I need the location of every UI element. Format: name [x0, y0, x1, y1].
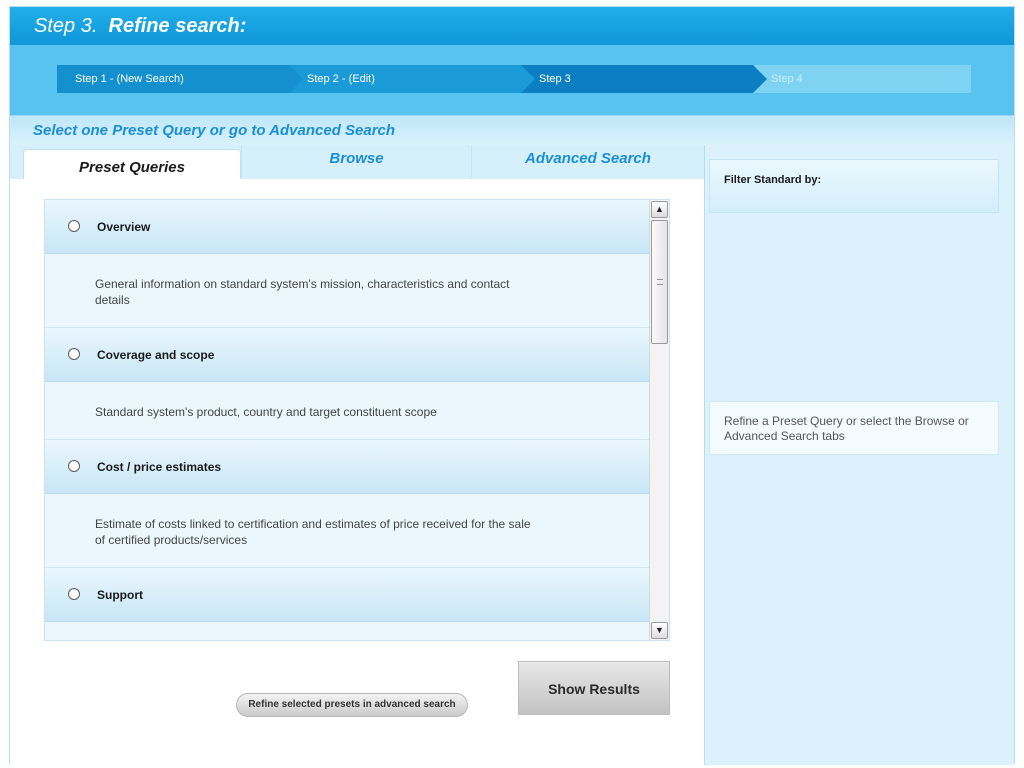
filter-sidebar: Filter Standard by: Refine a Preset Quer…	[704, 145, 1014, 765]
preset-title: Coverage and scope	[97, 348, 215, 362]
list-item[interactable]: Cost / price estimates	[45, 440, 649, 494]
preset-radio-cost[interactable]	[68, 460, 80, 472]
tab-preset-queries[interactable]: Preset Queries	[23, 149, 241, 183]
app-frame: Step 3. Refine search: Step 1 - (New Sea…	[9, 6, 1015, 765]
preset-description-text: General information on standard system's…	[95, 277, 510, 307]
preset-list: Overview General information on standard…	[44, 199, 670, 641]
refine-presets-button[interactable]: Refine selected presets in advanced sear…	[236, 693, 468, 717]
subheading: Select one Preset Query or go to Advance…	[33, 122, 396, 139]
step-1[interactable]: Step 1 - (New Search)	[57, 65, 289, 93]
preset-description-text: Standard system's product, country and t…	[95, 405, 437, 419]
preset-description-text: Estimate of costs linked to certificatio…	[95, 517, 531, 547]
scroll-thumb[interactable]	[651, 220, 668, 344]
filter-box: Filter Standard by:	[709, 159, 999, 213]
hint-box: Refine a Preset Query or select the Brow…	[709, 401, 999, 455]
list-scrollbar[interactable]: ▲ ▼	[649, 200, 669, 640]
preset-radio-overview[interactable]	[68, 220, 80, 232]
tab-bar: Preset Queries Browse Advanced Search	[10, 145, 704, 183]
step-3: Step 3	[521, 65, 753, 93]
step-arrow-icon	[521, 65, 535, 93]
preset-description: Estimate of costs linked to certificatio…	[45, 494, 649, 568]
hint-text: Refine a Preset Query or select the Brow…	[724, 414, 969, 443]
step-progress-bar: Step 1 - (New Search) Step 2 - (Edit) St…	[10, 45, 1014, 115]
step-arrow-icon	[753, 65, 767, 93]
page-header: Step 3. Refine search:	[10, 7, 1014, 45]
scroll-down-icon[interactable]: ▼	[651, 622, 668, 639]
step-2[interactable]: Step 2 - (Edit)	[289, 65, 521, 93]
list-item[interactable]: Coverage and scope	[45, 328, 649, 382]
preset-title: Support	[97, 588, 143, 602]
step-4: Step 4	[753, 65, 971, 93]
preset-description: General information on standard system's…	[45, 254, 649, 328]
grip-icon	[657, 279, 663, 285]
preset-title: Overview	[97, 220, 151, 234]
tab-advanced-search[interactable]: Advanced Search	[471, 145, 704, 179]
subheading-bar: Select one Preset Query or go to Advance…	[10, 115, 1014, 145]
preset-description: Standard system's product, country and t…	[45, 382, 649, 440]
show-results-button[interactable]: Show Results	[518, 661, 670, 715]
steps: Step 1 - (New Search) Step 2 - (Edit) St…	[57, 65, 971, 93]
preset-radio-support[interactable]	[68, 588, 80, 600]
step-prefix: Step 3.	[34, 15, 98, 37]
scroll-up-icon[interactable]: ▲	[651, 201, 668, 218]
step-arrow-icon	[289, 65, 303, 93]
list-item[interactable]: Support	[45, 568, 649, 622]
filter-label: Filter Standard by:	[724, 174, 822, 186]
tab-browse[interactable]: Browse	[241, 145, 471, 179]
preset-queries-panel: Overview General information on standard…	[10, 179, 704, 765]
preset-title: Cost / price estimates	[97, 460, 222, 474]
preset-radio-coverage[interactable]	[68, 348, 80, 360]
list-item[interactable]: Overview	[45, 200, 649, 254]
page-title: Step 3. Refine search:	[34, 15, 246, 38]
step-title: Refine search:	[108, 15, 247, 37]
